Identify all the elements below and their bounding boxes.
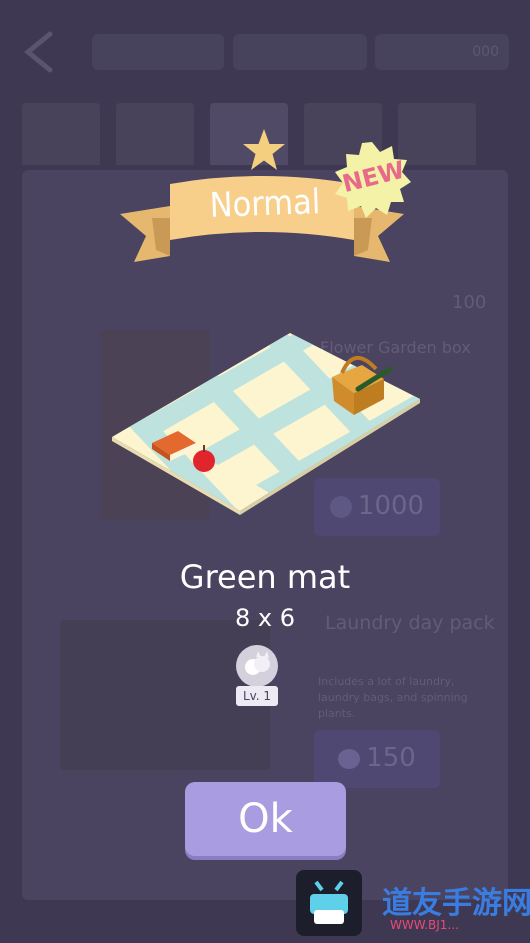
watermark-url: WWW.BJ1... bbox=[390, 918, 459, 932]
currency-pill bbox=[92, 34, 224, 70]
currency-pill: 000 bbox=[375, 34, 509, 70]
item-name: Green mat bbox=[179, 558, 351, 596]
ok-button[interactable]: Ok bbox=[185, 782, 346, 856]
buy-button[interactable]: 150 bbox=[314, 730, 440, 788]
watermark-text: 道友手游网 bbox=[382, 886, 530, 921]
tab-2[interactable] bbox=[116, 103, 194, 165]
side-count: 100 bbox=[452, 292, 487, 313]
rarity-label: Normal bbox=[209, 182, 321, 226]
apple-icon bbox=[193, 450, 215, 472]
cat-avatar-icon bbox=[236, 645, 278, 687]
item-size: 8 x 6 bbox=[235, 604, 295, 632]
tab-1[interactable] bbox=[22, 103, 100, 165]
back-arrow-icon[interactable] bbox=[18, 28, 58, 78]
heart-icon bbox=[338, 748, 361, 769]
item-illustration bbox=[112, 333, 420, 515]
watermark-logo-icon bbox=[296, 870, 362, 936]
currency-pill bbox=[233, 34, 367, 70]
level-badge: Lv. 1 bbox=[236, 686, 278, 706]
pack-description: Includes a lot of laundry, laundry bags,… bbox=[318, 675, 468, 720]
